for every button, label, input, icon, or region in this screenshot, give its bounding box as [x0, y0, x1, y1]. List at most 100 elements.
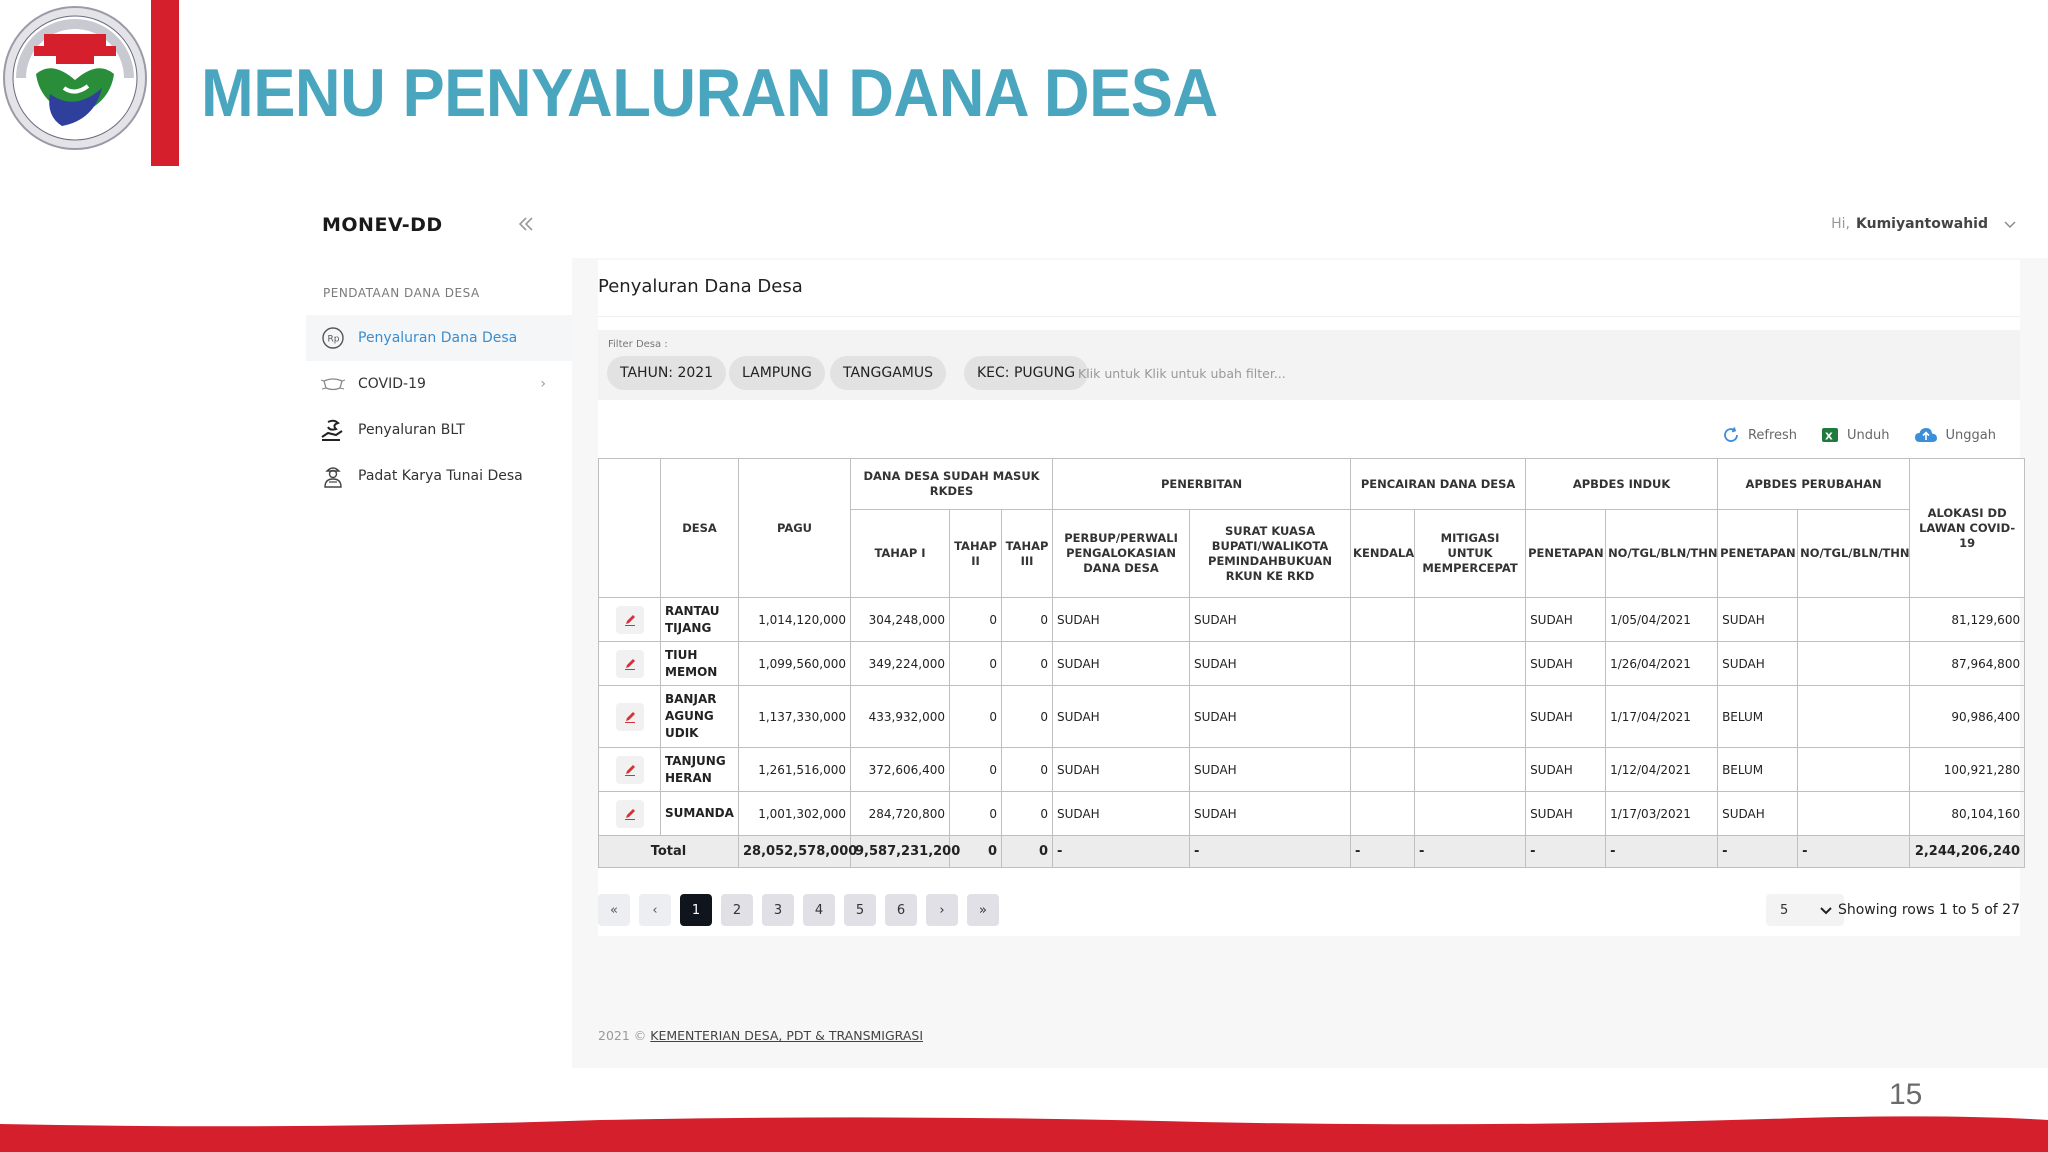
table-row: RANTAU TIJANG 1,014,120,000 304,248,000 …	[598, 597, 2026, 642]
svg-text:X: X	[1825, 432, 1833, 443]
page-button-2[interactable]: 2	[721, 894, 753, 926]
next-page-button[interactable]: ›	[926, 894, 958, 926]
download-button[interactable]: X Unduh	[1821, 426, 1890, 444]
sidebar-item-penyaluran-dana-desa[interactable]: Rp Penyaluran Dana Desa	[306, 315, 572, 361]
cell-alokasi: 81,129,600	[1909, 597, 2026, 642]
sidebar-item-label: Penyaluran Dana Desa	[358, 330, 518, 346]
rupiah-coin-icon: Rp	[320, 325, 346, 351]
cell-tahap-2: 0	[949, 791, 1002, 836]
filter-chip-tahun[interactable]: TAHUN: 2021	[607, 356, 727, 390]
cell-perubahan-penetapan: SUDAH	[1717, 641, 1799, 686]
total-mitigasi: -	[1414, 835, 1527, 868]
sidebar-item-penyaluran-blt[interactable]: Penyaluran BLT	[306, 407, 572, 453]
user-menu[interactable]: Hi, Kumiyantowahid	[1831, 216, 2018, 232]
cell-mitigasi	[1414, 685, 1527, 748]
pencil-icon	[624, 614, 635, 626]
top-bar: Hi, Kumiyantowahid	[572, 194, 2048, 258]
cell-perubahan-penetapan: SUDAH	[1717, 791, 1799, 836]
edit-row-button[interactable]	[615, 755, 644, 784]
sidebar-item-label: Padat Karya Tunai Desa	[358, 468, 523, 484]
footer-copyright: 2021 ©	[598, 1028, 647, 1043]
cell-perubahan-penetapan: BELUM	[1717, 747, 1799, 792]
cell-induk-no: 1/12/04/2021	[1605, 747, 1719, 792]
cell-mitigasi	[1414, 791, 1527, 836]
cell-kendala	[1350, 747, 1416, 792]
header-perubahan-no: NO/TGL/BLN/THN	[1797, 509, 1911, 598]
cell-induk-penetapan: SUDAH	[1525, 685, 1607, 748]
cell-desa: BANJAR AGUNG UDIK	[660, 685, 739, 748]
download-label: Unduh	[1847, 427, 1890, 443]
cell-perubahan-no	[1797, 747, 1911, 792]
filter-label: Filter Desa :	[608, 339, 668, 350]
sidebar-item-padat-karya-tunai-desa[interactable]: Padat Karya Tunai Desa	[306, 453, 572, 499]
bottom-red-band	[0, 1110, 2048, 1152]
total-perbup: -	[1052, 835, 1191, 868]
filter-hint[interactable]: Klik untuk Klik untuk ubah filter...	[1078, 366, 1286, 381]
cell-surat-kuasa: SUDAH	[1189, 747, 1352, 792]
header-tahap-3: TAHAP III	[1000, 509, 1054, 598]
rows-per-page-select[interactable]: 5	[1766, 894, 1844, 926]
page-button-5[interactable]: 5	[844, 894, 876, 926]
header-induk-no: NO/TGL/BLN/THN	[1605, 509, 1719, 598]
page-button-3[interactable]: 3	[762, 894, 794, 926]
sidebar-item-label: Penyaluran BLT	[358, 422, 465, 438]
filter-chip-provinsi[interactable]: LAMPUNG	[729, 356, 825, 390]
header-kendala: KENDALA	[1350, 509, 1416, 598]
header-apbdes-perubahan: APBDES PERUBAHAN	[1717, 458, 1911, 510]
header-desa: DESA	[660, 458, 739, 598]
total-pagu: 28,052,578,000	[738, 835, 857, 868]
first-page-button[interactable]: «	[598, 894, 630, 926]
cell-perbup: SUDAH	[1052, 747, 1191, 792]
cell-alokasi: 90,986,400	[1909, 685, 2026, 748]
cell-induk-no: 1/05/04/2021	[1605, 597, 1719, 642]
slide-title: MENU PENYALURAN DANA DESA	[201, 55, 1218, 131]
page-button-1[interactable]: 1	[680, 894, 712, 926]
excel-icon: X	[1822, 428, 1839, 443]
cell-tahap-2: 0	[949, 747, 1002, 792]
filter-chip-kabupaten[interactable]: TANGGAMUS	[830, 356, 947, 390]
page-button-4[interactable]: 4	[803, 894, 835, 926]
upload-button[interactable]: Unggah	[1914, 426, 1996, 444]
cell-surat-kuasa: SUDAH	[1189, 685, 1352, 748]
table-row: BANJAR AGUNG UDIK 1,137,330,000 433,932,…	[598, 685, 2026, 748]
edit-row-button[interactable]	[615, 702, 644, 731]
cell-pagu: 1,001,302,000	[738, 791, 851, 836]
sidebar-item-covid-19[interactable]: COVID-19 ›	[306, 361, 572, 407]
refresh-button[interactable]: Refresh	[1722, 426, 1797, 444]
header-dana-masuk: DANA DESA SUDAH MASUK RKDES	[849, 458, 1054, 510]
sidebar: MONEV-DD PENDATAAN DANA DESA Rp Penyalur…	[306, 194, 572, 1068]
sidebar-section-label: PENDATAAN DANA DESA	[323, 286, 480, 300]
table-row: TANJUNG HERAN 1,261,516,000 372,606,400 …	[598, 747, 2026, 792]
cell-alokasi: 80,104,160	[1909, 791, 2026, 836]
cell-desa: TANJUNG HERAN	[660, 747, 739, 792]
header-pencairan: PENCAIRAN DANA DESA	[1350, 458, 1527, 510]
cell-alokasi: 100,921,280	[1909, 747, 2026, 792]
cell-induk-no: 1/17/04/2021	[1605, 685, 1719, 748]
cell-tahap-1: 349,224,000	[850, 641, 950, 686]
header-alokasi: ALOKASI DD LAWAN COVID-19	[1909, 458, 2026, 598]
dana-desa-table: DESA PAGU DANA DESA SUDAH MASUK RKDES PE…	[598, 458, 2026, 868]
filter-chip-kecamatan[interactable]: KEC: PUGUNG	[964, 356, 1089, 390]
footer-link[interactable]: KEMENTERIAN DESA, PDT & TRANSMIGRASI	[650, 1028, 923, 1043]
edit-row-button[interactable]	[615, 605, 644, 634]
slide-page-number: 15	[1889, 1078, 1923, 1111]
svg-text:Rp: Rp	[328, 335, 340, 345]
last-page-button[interactable]: »	[967, 894, 999, 926]
cell-perubahan-penetapan: SUDAH	[1717, 597, 1799, 642]
refresh-label: Refresh	[1747, 427, 1798, 443]
edit-row-button[interactable]	[615, 649, 644, 678]
cell-kendala	[1350, 791, 1416, 836]
collapse-sidebar-icon[interactable]	[514, 212, 538, 236]
rows-info: Showing rows 1 to 5 of 27	[1837, 902, 2020, 918]
pencil-icon	[624, 711, 635, 723]
cell-kendala	[1350, 641, 1416, 686]
content-card: Penyaluran Dana Desa Filter Desa : TAHUN…	[598, 260, 2026, 936]
cell-pagu: 1,014,120,000	[738, 597, 851, 642]
pencil-icon	[624, 764, 635, 776]
ministry-logo	[2, 4, 148, 152]
page-button-6[interactable]: 6	[885, 894, 917, 926]
cell-tahap-3: 0	[1000, 791, 1054, 836]
prev-page-button[interactable]: ‹	[639, 894, 671, 926]
edit-row-button[interactable]	[615, 799, 644, 828]
divider	[598, 316, 2020, 317]
